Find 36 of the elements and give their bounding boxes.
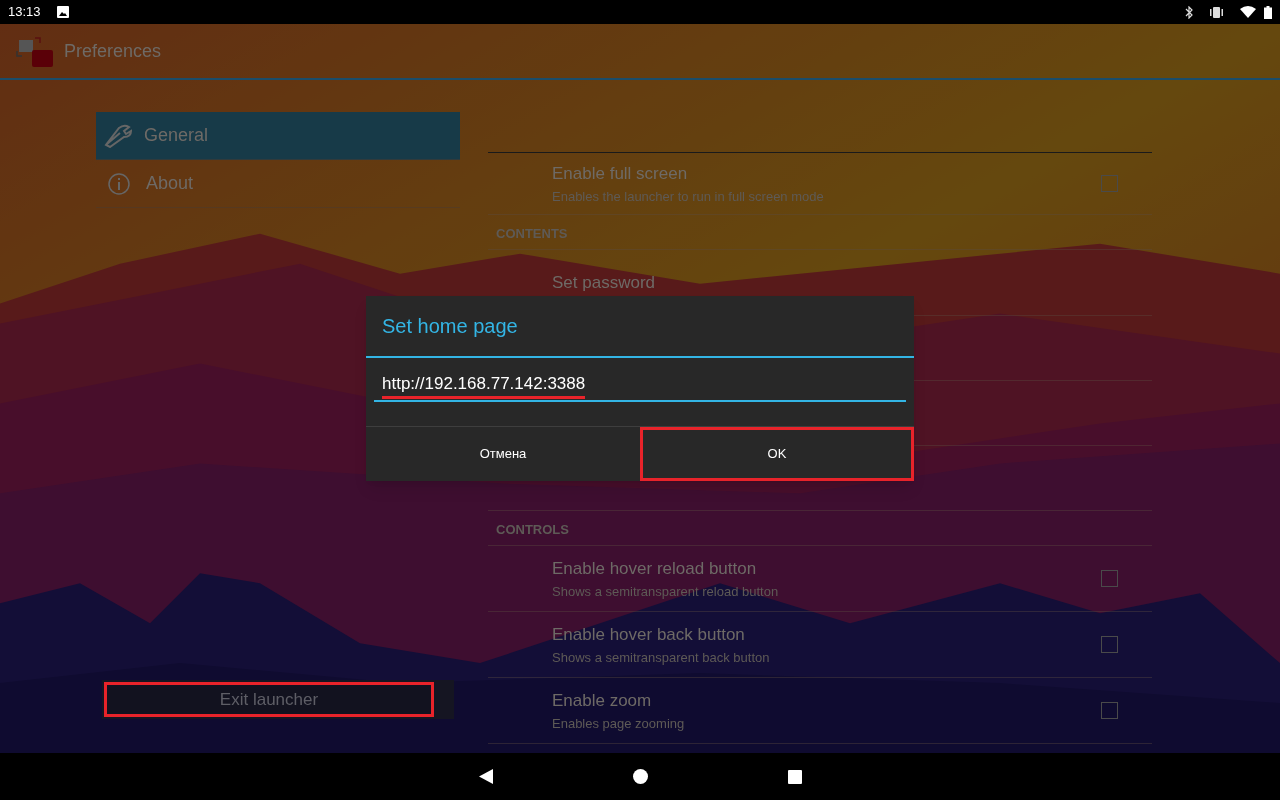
dialog-title: Set home page [382,314,518,339]
app-title: Preferences [64,39,162,63]
clock: 13:13 [8,3,41,22]
checkbox[interactable] [1101,175,1118,192]
setting-description: Enables page zooming [552,714,686,733]
home-icon[interactable] [632,769,648,784]
section-header: CONTROLS [496,520,569,539]
sidebar-item[interactable]: General [96,112,460,160]
sidebar-item[interactable]: About [96,160,460,208]
setting-title[interactable]: Enable zoom [552,688,1101,714]
checkbox[interactable] [1101,702,1118,719]
url-field[interactable]: http://192.168.77.142:3388 [374,370,906,402]
setting-title[interactable]: Enable full screen [552,161,1101,187]
vibrate-icon [1209,6,1224,18]
info-icon [108,172,130,195]
image-icon [56,6,69,18]
setting-title[interactable]: Enable hover back button [552,622,1101,648]
setting-description: Shows a semitransparent reload button [552,582,780,601]
setting-description: Shows a semitransparent back button [552,648,771,667]
dialog-button[interactable]: Отмена [366,427,640,481]
checkbox[interactable] [1101,636,1118,653]
section-header: CONTENTS [496,224,568,243]
bluetooth-icon [1185,5,1193,19]
url-value: http://192.168.77.142:3388 [382,370,586,400]
wifi-icon [1240,6,1256,18]
setting-description: Enables the launcher to run in full screen mode [552,187,825,206]
wrench-icon [104,123,132,148]
back-icon[interactable] [478,769,493,784]
dialog-button[interactable]: OK [640,427,914,481]
battery-icon [1264,5,1272,19]
app-logo-icon [16,34,54,68]
recents-icon[interactable] [787,769,802,784]
setting-title[interactable]: Set password [552,269,1118,296]
checkbox[interactable] [1101,570,1118,587]
setting-title[interactable]: Enable hover reload button [552,556,1101,582]
exit-launcher-button[interactable]: Exit launcher [104,682,434,717]
